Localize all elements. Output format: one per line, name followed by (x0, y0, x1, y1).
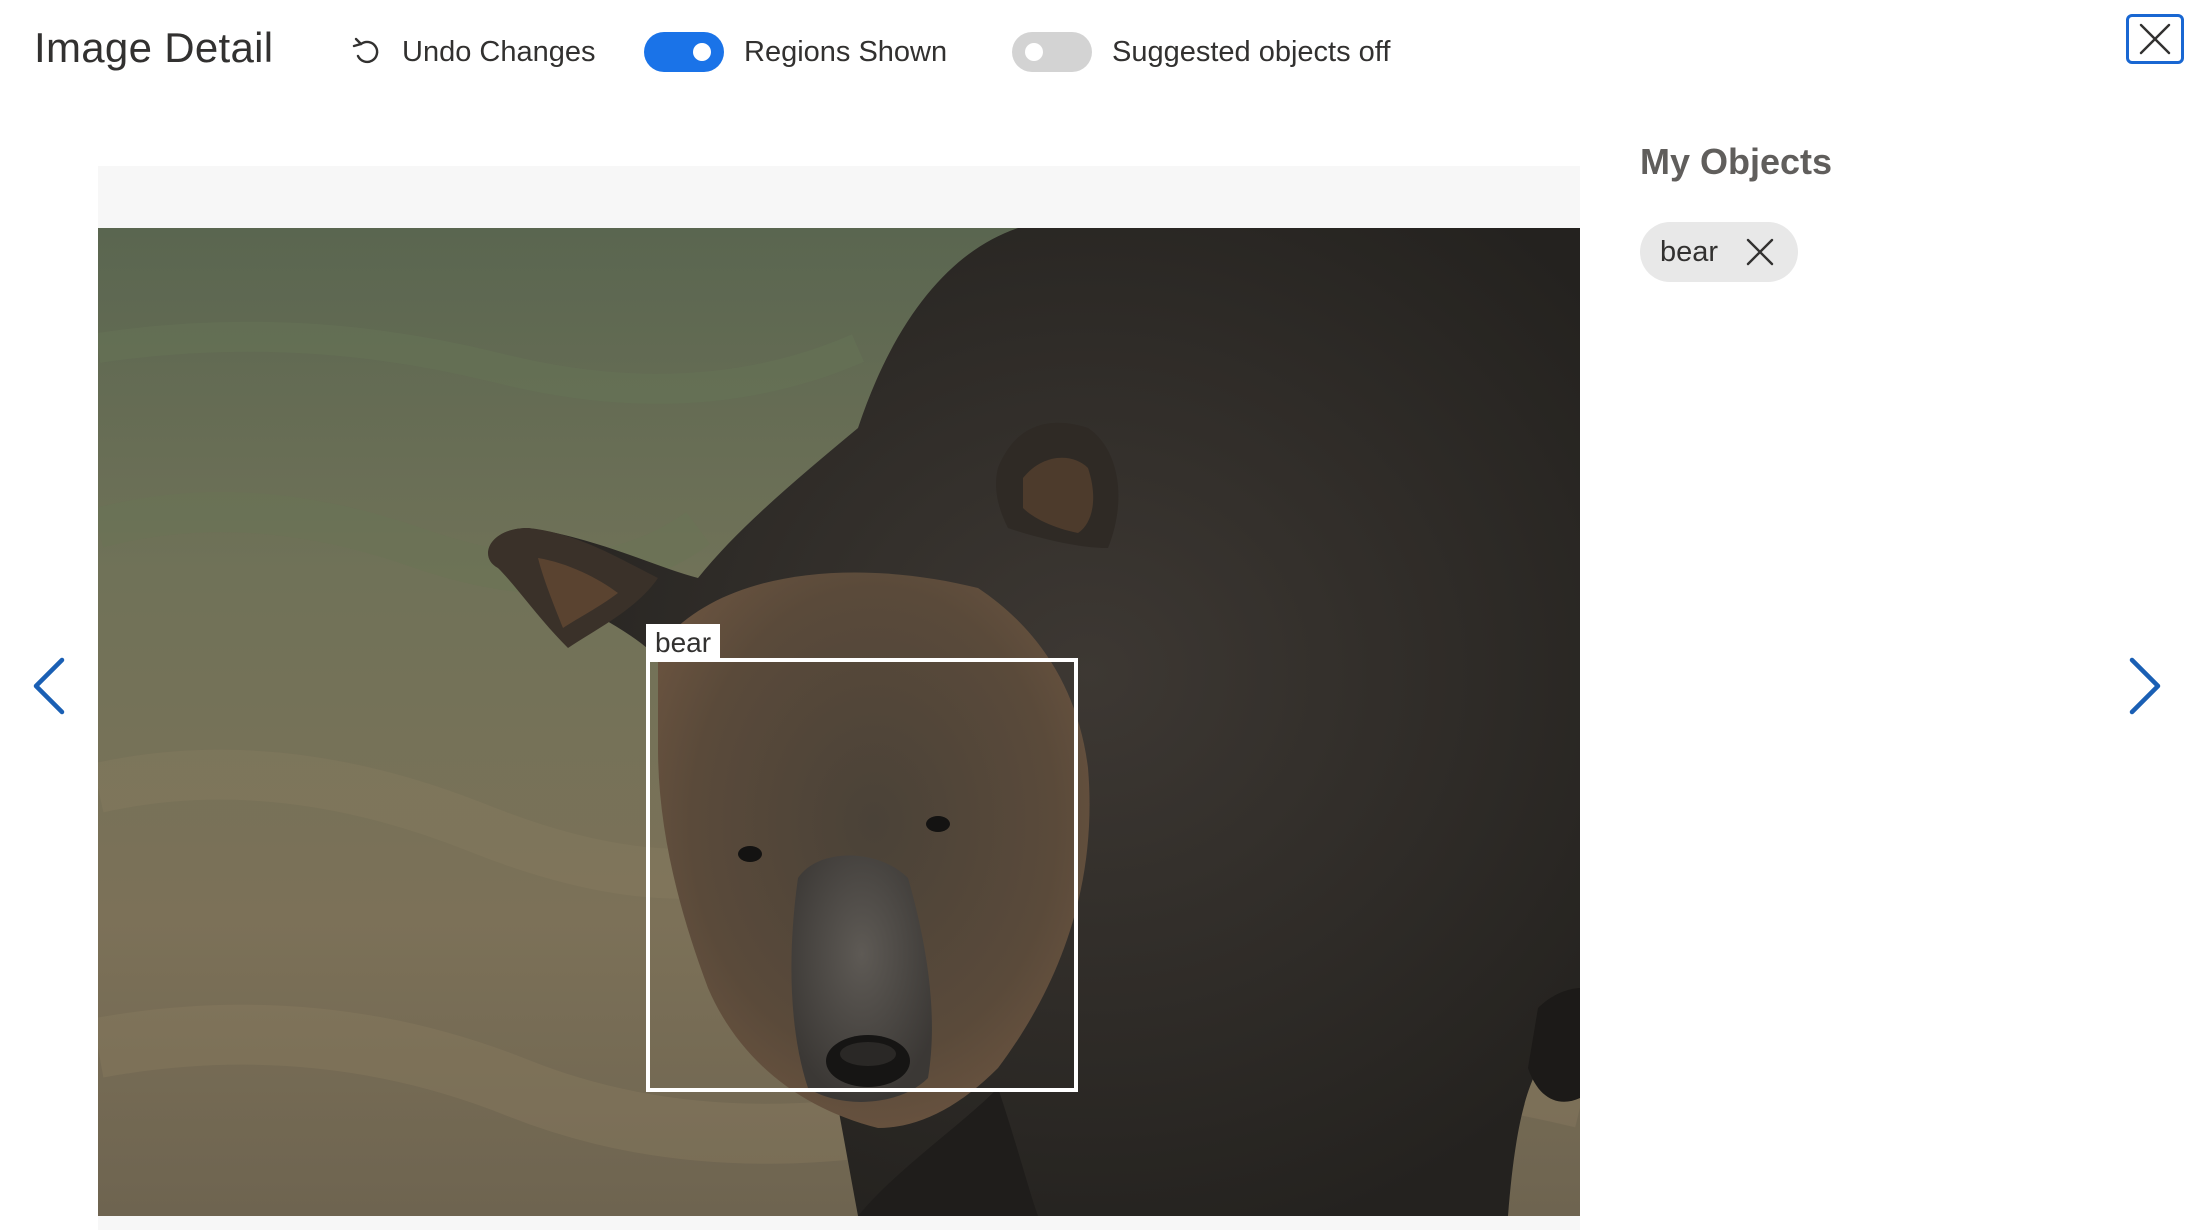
object-tag-list: bear (1640, 222, 1799, 282)
toggle-knob (1025, 43, 1043, 61)
chevron-right-icon (2129, 657, 2161, 715)
previous-image-button[interactable] (24, 652, 74, 720)
suggested-toggle-switch[interactable] (1012, 32, 1092, 72)
close-button[interactable] (2126, 14, 2184, 64)
page-title: Image Detail (34, 24, 274, 71)
regions-toggle-switch[interactable] (644, 32, 724, 72)
close-icon (2139, 23, 2171, 55)
region-label: bear (646, 624, 721, 662)
object-tag[interactable]: bear (1640, 222, 1799, 282)
close-icon (1746, 238, 1774, 266)
region-box[interactable] (646, 658, 1078, 1092)
undo-changes-label: Undo Changes (402, 35, 596, 68)
undo-icon (352, 37, 379, 64)
my-objects-title: My Objects (1640, 141, 1833, 182)
regions-shown-label: Regions Shown (744, 35, 948, 68)
suggested-objects-label: Suggested objects off (1112, 35, 1391, 68)
chevron-left-icon (33, 657, 65, 715)
toggle-knob (693, 43, 711, 61)
suggested-objects-toggle[interactable]: Suggested objects off (1012, 26, 1390, 78)
undo-changes-button[interactable]: Undo Changes (350, 26, 595, 78)
regions-shown-toggle[interactable]: Regions Shown (644, 26, 947, 78)
object-tag-label: bear (1660, 235, 1719, 268)
remove-tag-button[interactable] (1744, 236, 1776, 268)
next-image-button[interactable] (2120, 652, 2170, 720)
